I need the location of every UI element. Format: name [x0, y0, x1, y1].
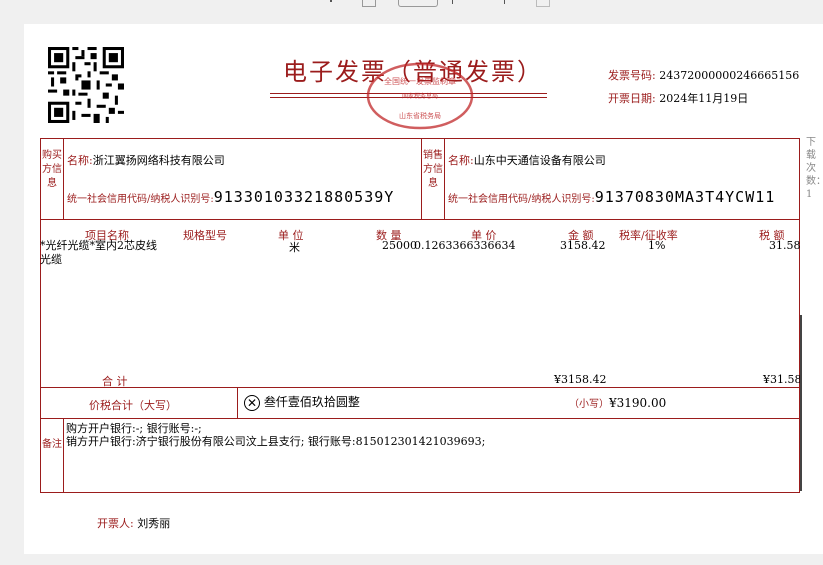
invoice-date: 开票日期: 2024年11月19日 [608, 90, 748, 106]
buyer-side-label: 购买方信息 [42, 150, 62, 189]
divider [444, 139, 445, 219]
rotate-icon[interactable] [498, 0, 505, 4]
cross-circle-icon: ✕ [244, 394, 260, 411]
seal-bottom-text: 山东省税务局 [399, 111, 441, 120]
item-unit-price: 0.1263366336634 [414, 239, 516, 252]
issuer-label: 开票人: [97, 517, 134, 530]
remarks-line2: 销方开户银行:济宁银行股份有限公司汶上县支行; 银行账号:81501230142… [66, 435, 486, 448]
col-header-spec: 规格型号 [183, 229, 227, 242]
total-tax: ¥31.58 [763, 373, 802, 386]
buyer-tax-id: 91330103321880539Y [213, 188, 395, 206]
seal-middle-text: 国家税务总局 [402, 92, 438, 100]
item-name-line2: 光缆 [40, 253, 62, 266]
divider [63, 418, 64, 493]
invoice-number-value: 24372000000246665156 [659, 69, 800, 82]
seller-tax-id: 91370830MA3T4YCW11 [594, 188, 776, 206]
divider [41, 387, 799, 388]
invoice-date-value: 2024年11月19日 [659, 92, 749, 105]
grand-total-small-value: ¥3190.00 [609, 396, 667, 410]
buyer-name: 名称:浙江翼扬网络科技有限公司 [67, 152, 225, 168]
seller-name: 名称:山东中天通信设备有限公司 [448, 152, 606, 168]
item-tax: 31.58 [769, 239, 801, 252]
seller-name-label: 名称: [448, 154, 474, 167]
qr-code [48, 47, 124, 123]
grand-total-uppercase-value: 叁仟壹佰玖拾圆整 [263, 395, 360, 409]
buyer-name-label: 名称: [67, 154, 93, 167]
item-unit: 米 [289, 241, 300, 254]
page-number-input[interactable] [398, 0, 438, 7]
scrollbar[interactable] [800, 315, 802, 491]
download-count: 下载次数：1 [806, 137, 823, 200]
tax-seal: 全国统一发票监制章 国家税务总局 山东省税务局 [366, 62, 474, 130]
grand-total-small-label: （小写） [569, 399, 609, 410]
invoice-table: 购买方信息 名称:浙江翼扬网络科技有限公司 统一社会信用代码/纳税人识别号:91… [40, 138, 802, 493]
next-icon[interactable] [452, 0, 453, 4]
divider [63, 139, 64, 219]
seller-side-label: 销售方信息 [423, 150, 443, 189]
remarks-label: 备注 [42, 439, 62, 450]
buyer-tax: 统一社会信用代码/纳税人识别号:91330103321880539Y [67, 188, 394, 206]
divider [237, 387, 238, 418]
divider [41, 418, 799, 419]
seal-top-text: 全国统一发票监制章 [384, 76, 456, 86]
grand-total-label: 价税合计（大写） [89, 399, 177, 412]
item-amount: 3158.42 [560, 239, 606, 252]
seller-tax-label: 统一社会信用代码/纳税人识别号: [448, 194, 595, 205]
issuer-name: 刘秀丽 [137, 517, 171, 530]
seller-tax: 统一社会信用代码/纳税人识别号:91370830MA3T4YCW11 [448, 188, 775, 206]
print-icon[interactable] [536, 0, 550, 7]
page-icon[interactable] [362, 0, 376, 7]
issuer: 开票人: 刘秀丽 [97, 515, 170, 531]
buyer-tax-label: 统一社会信用代码/纳税人识别号: [67, 194, 214, 205]
item-quantity: 25000 [382, 239, 417, 252]
item-name: *光纤光缆*室内2芯皮线 光缆 [40, 239, 157, 267]
total-amount: ¥3158.42 [554, 373, 607, 386]
zoom-out-icon[interactable] [330, 0, 332, 2]
invoice-number: 发票号码: 24372000000246665156 [608, 67, 799, 83]
item-tax-rate: 1% [648, 239, 666, 252]
item-name-line1: *光纤光缆*室内2芯皮线 [40, 239, 157, 252]
invoice-date-label: 开票日期: [608, 92, 656, 105]
total-label: 合 计 [102, 375, 128, 388]
seller-name-value: 山东中天通信设备有限公司 [473, 154, 606, 167]
divider [41, 219, 799, 220]
buyer-name-value: 浙江翼扬网络科技有限公司 [92, 154, 225, 167]
viewer-toolbar [0, 0, 823, 10]
grand-total-uppercase: ✕ 叁仟壹佰玖拾圆整 [244, 393, 360, 411]
invoice-number-label: 发票号码: [608, 69, 656, 82]
grand-total-small: （小写）¥3190.00 [569, 395, 666, 410]
